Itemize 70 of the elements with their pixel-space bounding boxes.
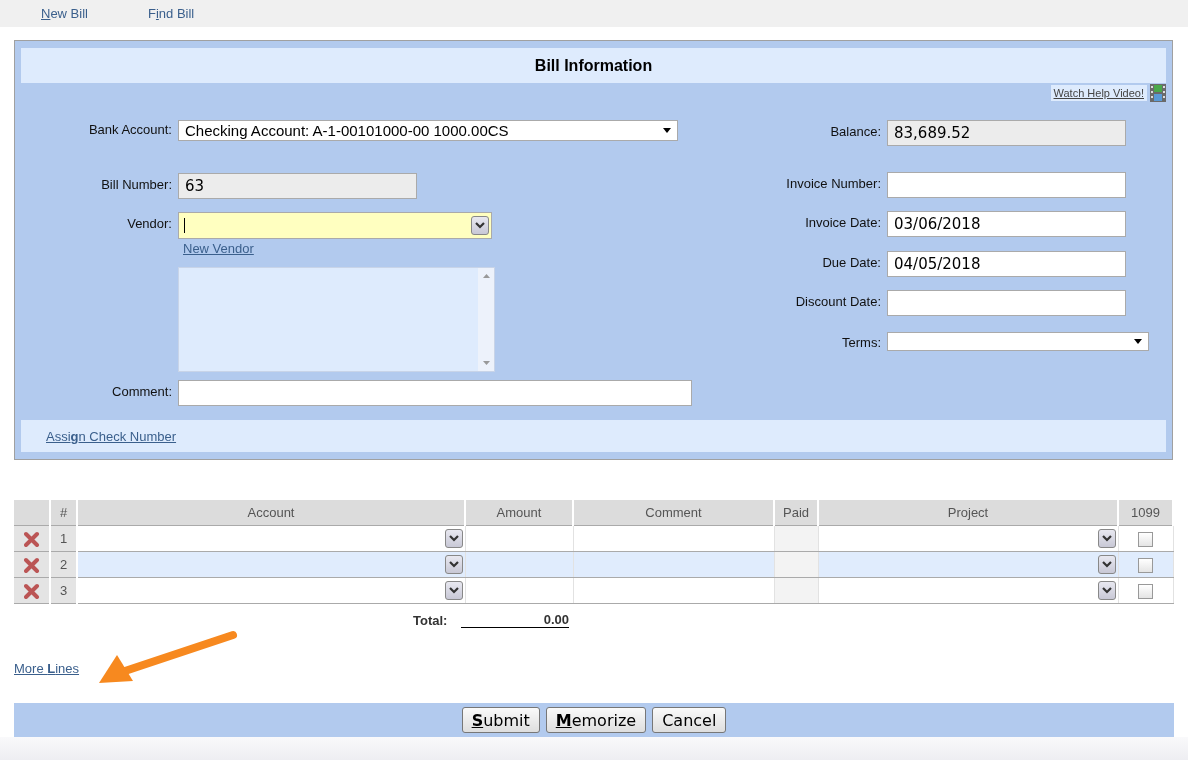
total-label: Total: [413,612,449,628]
header-cell [14,500,50,526]
dropdown-arrow-icon [1134,339,1142,344]
nav-link[interactable]: New Bill [41,6,148,21]
dropdown-button[interactable] [1097,529,1116,548]
checkbox[interactable] [1138,531,1153,547]
assign-check-number-link[interactable]: Assign Check Number [46,428,177,444]
field-label: Due Date: [822,255,881,270]
vendor-combo-field[interactable] [178,212,492,239]
scroll-up-icon[interactable] [482,274,490,278]
form-button[interactable]: Memorize [545,707,647,733]
field-label: Bill Number: [101,177,172,192]
column-header: Paid [774,500,818,526]
text-field[interactable] [887,172,1126,198]
scroll-down-icon[interactable] [482,361,490,365]
text-field[interactable]: 04/05/2018 [887,251,1126,277]
total-value: 0.00 [461,612,569,628]
form-button[interactable]: Submit [461,707,540,733]
field-label: Invoice Date: [805,215,881,230]
delete-icon[interactable] [23,556,40,573]
column-header: Comment [573,500,774,526]
checkbox[interactable] [1138,583,1153,599]
film-icon [1150,84,1166,102]
dropdown-button[interactable] [471,216,489,235]
line-row[interactable]: 3 [14,577,1173,604]
dropdown-button[interactable] [444,555,463,574]
field-label: Balance: [830,124,881,139]
field-label: Comment: [112,384,172,399]
form-button[interactable]: Cancel [652,707,727,733]
field-label: Terms: [842,335,881,350]
text-field[interactable]: 03/06/2018 [887,211,1126,237]
nav-link[interactable]: Find Bill [148,6,255,21]
dropdown-value: Checking Account: A-1-00101000-00 1000.00CS [185,122,509,139]
chevron-down-icon [1101,535,1112,542]
chevron-down-icon [448,587,459,594]
chevron-down-icon [475,222,485,229]
chevron-down-icon [448,561,459,568]
column-header: Project [818,500,1118,526]
column-header: Account [77,500,465,526]
text-field[interactable] [887,290,1126,316]
chevron-down-icon [1101,587,1112,594]
dropdown-field[interactable] [887,332,1149,351]
delete-icon[interactable] [23,530,40,547]
field-label: Invoice Number: [786,176,881,191]
line-row[interactable]: 1 [14,525,1173,552]
dropdown-field[interactable]: Checking Account: A-1-00101000-00 1000.00CS [178,120,678,141]
field-label: Vendor: [127,216,172,231]
panel-title: Bill Information [534,56,653,75]
text-field[interactable]: 63 [178,173,417,199]
text-field[interactable]: 83,689.52 [887,120,1126,146]
line-row[interactable]: 2 [14,551,1173,578]
column-header: 1099 [1118,500,1173,526]
delete-icon[interactable] [23,582,40,599]
field-label: Bank Account: [88,122,172,137]
scrollbar[interactable] [478,268,494,371]
more-lines-link[interactable]: More Lines [14,661,80,676]
new-vendor-link[interactable]: New Vendor [183,241,492,256]
checkbox[interactable] [1138,557,1153,573]
dropdown-button[interactable] [1097,581,1116,600]
dropdown-button[interactable] [1097,555,1116,574]
column-header: Amount [465,500,573,526]
dropdown-button[interactable] [444,581,463,600]
column-header: # [50,500,77,526]
text-field[interactable] [178,380,692,406]
watch-help-video-link[interactable]: Watch Help Video! [1050,85,1147,101]
dropdown-arrow-icon [663,128,671,133]
chevron-down-icon [448,535,459,542]
chevron-down-icon [1101,561,1112,568]
field-label: Discount Date: [795,294,881,309]
dropdown-button[interactable] [444,529,463,548]
